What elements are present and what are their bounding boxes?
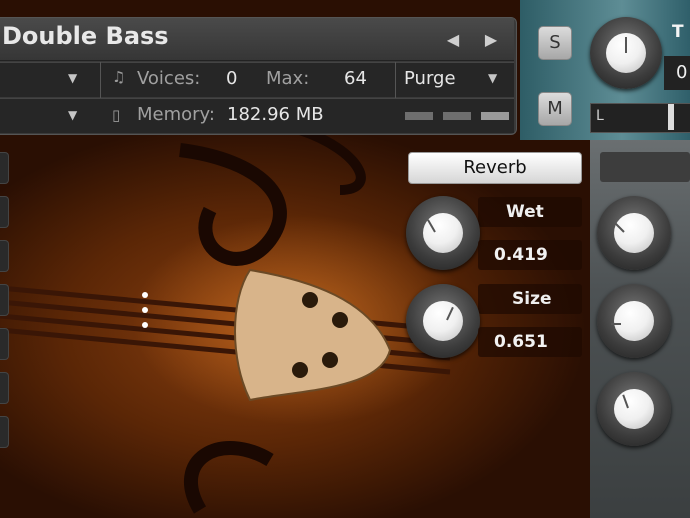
pan-slider-handle[interactable]	[668, 104, 674, 130]
side-button-2[interactable]	[0, 196, 9, 228]
wet-knob[interactable]	[406, 196, 480, 270]
side-button-6[interactable]	[0, 372, 9, 404]
tune-value[interactable]: 0	[676, 62, 687, 83]
mute-button[interactable]: M	[538, 92, 572, 126]
side-button-7[interactable]	[0, 416, 9, 448]
effect-knob-1[interactable]	[597, 196, 671, 270]
instrument-name[interactable]: Double Bass	[2, 22, 169, 50]
next-instrument-arrow-icon[interactable]: ▶	[481, 30, 501, 50]
memory-value: 182.96 MB	[227, 104, 324, 125]
voices-value: 0	[226, 68, 238, 89]
wet-label: Wet	[506, 202, 544, 222]
size-value: 0.651	[494, 332, 548, 352]
memory-label: Memory:	[137, 104, 215, 125]
voices-label: Voices:	[137, 68, 201, 89]
size-knob[interactable]	[406, 284, 480, 358]
output-dropdown-arrow-icon[interactable]: ▼	[68, 71, 77, 85]
voices-note-icon: ♫	[112, 68, 126, 86]
pan-slider[interactable]	[590, 103, 690, 133]
secondary-effect-button[interactable]	[600, 152, 690, 182]
memory-icon: ▯	[112, 106, 121, 124]
reverb-button[interactable]: Reverb	[408, 152, 582, 184]
purge-meter-segment	[443, 112, 471, 120]
side-button-5[interactable]	[0, 328, 9, 360]
double-bass-illustration	[0, 130, 451, 514]
purge-dropdown-arrow-icon[interactable]: ▼	[488, 71, 497, 85]
side-button-1[interactable]	[0, 152, 9, 184]
effect-knob-2[interactable]	[597, 284, 671, 358]
purge-meter-segment	[405, 112, 433, 120]
wet-value: 0.419	[494, 245, 548, 265]
size-label: Size	[512, 289, 552, 309]
tune-knob[interactable]	[590, 17, 662, 89]
side-button-3[interactable]	[0, 240, 9, 272]
solo-button[interactable]: S	[538, 26, 572, 60]
purge-meter-segment	[481, 112, 509, 120]
max-voices-label: Max:	[266, 68, 310, 89]
tune-label: T	[672, 22, 684, 42]
midi-channel-dropdown-arrow-icon[interactable]: ▼	[68, 108, 77, 122]
previous-instrument-arrow-icon[interactable]: ◀	[443, 30, 463, 50]
effect-knob-3[interactable]	[597, 372, 671, 446]
side-button-4[interactable]	[0, 284, 9, 316]
pan-left-label: L	[596, 108, 604, 124]
purge-menu[interactable]: Purge	[404, 68, 456, 89]
max-voices-value[interactable]: 64	[344, 68, 367, 89]
